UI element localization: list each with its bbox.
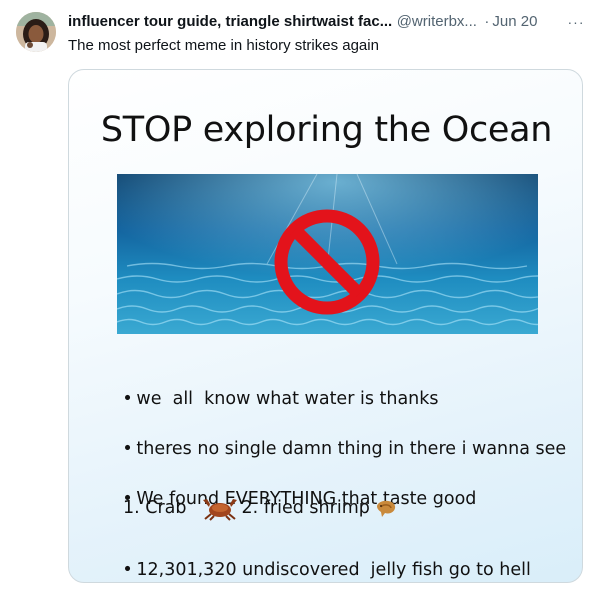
bullet-text: we all know what water is thanks — [136, 389, 439, 409]
no-symbol-icon — [274, 209, 380, 315]
list-item-shrimp: 2. fried shrimp — [241, 498, 370, 518]
bullet-item-4: • 12,301,320 undiscovered jelly fish go t… — [89, 540, 531, 582]
meme-title: STOP exploring the Ocean — [100, 110, 553, 150]
bullet-marker: • — [122, 439, 133, 459]
shrimp-icon — [376, 500, 395, 517]
avatar[interactable] — [16, 12, 56, 52]
bullet-text: theres no single damn thing in there i w… — [136, 439, 567, 459]
tweet-text: The most perfect meme in history strikes… — [68, 37, 379, 54]
bullet-text: 12,301,320 undiscovered jelly fish go to… — [136, 560, 531, 580]
tweet-header: influencer tour guide, triangle shirtwai… — [68, 13, 588, 33]
crab-icon — [202, 499, 237, 521]
food-list: 1. Crab 2. fried shrimp — [123, 495, 399, 521]
bullet-marker: • — [122, 389, 133, 409]
author-name[interactable]: influencer tour guide, triangle shirtwai… — [68, 13, 392, 30]
tweet-media[interactable]: STOP exploring the Ocean • we all know w… — [68, 69, 583, 583]
tweet-date[interactable]: Jun 20 — [492, 13, 537, 30]
separator-dot: · — [484, 13, 490, 30]
author-handle[interactable]: @writerbx... — [397, 13, 477, 30]
bullet-marker: • — [122, 560, 133, 580]
tweet: influencer tour guide, triangle shirtwai… — [0, 0, 599, 591]
more-icon: ··· — [567, 14, 585, 30]
more-options-button[interactable]: ··· — [562, 8, 590, 36]
list-item-crab: 1. Crab — [123, 498, 187, 518]
